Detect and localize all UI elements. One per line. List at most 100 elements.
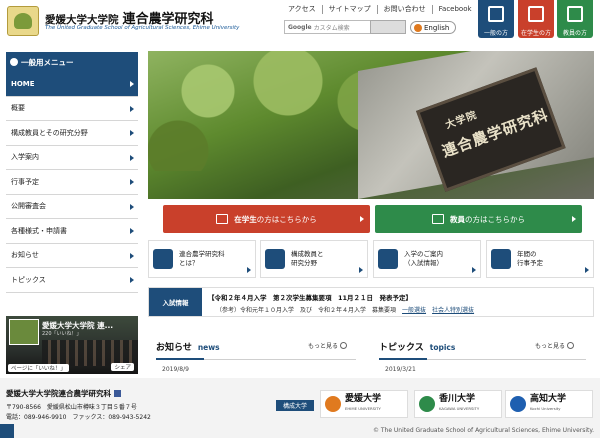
quick-link-admissions[interactable]: 入学のご案内 （入試情報） xyxy=(373,240,481,278)
facebook-like-button[interactable]: ページに「いいね！」 xyxy=(8,363,69,372)
quick-link-label: 年間の 行事予定 xyxy=(517,250,543,267)
university-name: 香川大学 KAGAWA UNIVERSITY xyxy=(439,394,480,411)
sidebar-item-forms[interactable]: 各種様式・申請書 xyxy=(6,219,138,244)
site-header: 愛媛大学大学院 連合農学研究科 The United Graduate Schoo… xyxy=(0,0,600,40)
sidebar-item-faculty-research[interactable]: 構成教員とその研究分野 xyxy=(6,121,138,146)
kagawa-university-link[interactable]: 香川大学 KAGAWA UNIVERSITY xyxy=(414,390,502,418)
quick-link-faculty[interactable]: 構成教員と 研究分野 xyxy=(260,240,368,278)
building-icon xyxy=(488,6,504,22)
news-divider xyxy=(204,359,356,360)
teacher-icon xyxy=(432,214,444,224)
sidebar-item-label: 入学案内 xyxy=(11,153,39,162)
news-rule xyxy=(156,358,204,360)
chevron-right-icon xyxy=(472,267,476,273)
topics-heading: トピックス topics xyxy=(379,343,456,353)
ticker-reference-text: （参考）令和元年１０月入学 及び 令和２年４月入学 募集要項 xyxy=(216,307,403,314)
plaque-line1: 大学院 xyxy=(444,109,479,132)
sitemap-link[interactable]: サイトマップ xyxy=(321,5,377,14)
audience-general-button[interactable]: 一般の方 xyxy=(478,0,514,38)
ticker-label: 入試情報 xyxy=(149,288,202,316)
english-button[interactable]: English xyxy=(410,21,456,34)
sidebar-item-topics[interactable]: トピックス xyxy=(6,268,138,293)
chevron-right-icon xyxy=(130,228,134,234)
news-panel: お知らせ news もっと見る 2019/8/9 xyxy=(148,326,364,378)
google-brand: Google xyxy=(288,23,312,31)
quick-link-calendar[interactable]: 年間の 行事予定 xyxy=(486,240,594,278)
quick-link-label: 構成教員と 研究分野 xyxy=(291,250,324,267)
quick-link-label: 連合農学研究科 とは？ xyxy=(179,250,225,267)
sidebar-item-home[interactable]: HOME xyxy=(6,72,138,97)
topics-more-link[interactable]: もっと見る xyxy=(535,341,575,350)
site-footer: 愛媛大学大学院連合農学研究科 〒790-8566 愛媛県松山市樽味３丁目５番７号… xyxy=(0,378,600,438)
quick-link-about[interactable]: 連合農学研究科 とは？ xyxy=(148,240,256,278)
sidebar-item-label: 各種様式・申請書 xyxy=(11,226,67,235)
audience-faculty-button[interactable]: 教員の方 xyxy=(557,0,593,38)
audience-faculty-label: 教員の方 xyxy=(562,30,587,37)
circle-icon xyxy=(10,58,18,66)
university-name: 高知大学 Kochi University xyxy=(530,394,567,411)
chevron-right-icon xyxy=(130,105,134,112)
facebook-link[interactable]: Facebook xyxy=(431,5,478,14)
back-to-top-button[interactable] xyxy=(0,424,14,438)
faculty-portal-label: 教員の方はこちらから xyxy=(450,214,525,224)
chevron-right-icon xyxy=(130,203,134,210)
sidebar-item-events[interactable]: 行事予定 xyxy=(6,170,138,195)
kochi-logo-icon xyxy=(510,396,526,412)
sidebar-heading: 一般用メニュー xyxy=(6,52,138,72)
book-icon xyxy=(528,6,544,22)
sidebar-item-public-review[interactable]: 公開審査会 xyxy=(6,194,138,219)
facebook-icon[interactable] xyxy=(114,390,121,397)
globe-icon xyxy=(414,23,422,32)
copyright-notice: © The United Graduate School of Agricult… xyxy=(372,427,594,434)
search-button[interactable] xyxy=(370,20,406,34)
audience-student-button[interactable]: 在学生の方 xyxy=(518,0,554,38)
news-date: 2019/8/9 xyxy=(162,366,189,373)
sidebar-item-admissions[interactable]: 入学案内 xyxy=(6,145,138,170)
topics-divider xyxy=(427,359,586,360)
news-heading-en: news xyxy=(197,343,220,352)
sidebar-item-news[interactable]: お知らせ xyxy=(6,243,138,268)
audience-student-label: 在学生の方 xyxy=(520,30,551,37)
news-heading: お知らせ news xyxy=(156,343,220,353)
audience-general-label: 一般の方 xyxy=(483,30,508,37)
chevron-right-icon xyxy=(130,179,134,185)
circle-arrow-icon xyxy=(567,342,575,349)
faculty-portal-button[interactable]: 教員の方はこちらから xyxy=(375,205,582,233)
footer-phone: 電話：089-946-9910 ファックス：089-943-5242 xyxy=(6,414,151,421)
university-seal-logo[interactable] xyxy=(7,6,39,36)
ehime-university-link[interactable]: 愛媛大学 EHIME UNIVERSITY xyxy=(320,390,408,418)
chevron-right-icon xyxy=(247,267,251,273)
sidebar-item-label: お知らせ xyxy=(11,251,39,260)
sidebar-item-overview[interactable]: 概要 xyxy=(6,96,138,121)
admissions-ticker: 入試情報 【令和２年４月入学 第２次学生募集要項 11月２１日 発表予定】 （参… xyxy=(148,287,594,317)
kagawa-logo-icon xyxy=(419,396,435,412)
topics-panel: トピックス topics もっと見る 2019/3/21 xyxy=(371,326,594,378)
chevron-right-icon xyxy=(130,252,134,259)
news-more-link[interactable]: もっと見る xyxy=(308,341,348,350)
chevron-right-icon xyxy=(585,267,589,273)
hero-image: 大学院 連合農学研究科 xyxy=(148,51,594,199)
kochi-university-link[interactable]: 高知大学 Kochi University xyxy=(505,390,593,418)
sidebar-item-label: 構成教員とその研究分野 xyxy=(11,128,88,137)
circle-arrow-icon xyxy=(340,342,348,349)
working-adult-selection-link[interactable]: 社会人特別選抜 xyxy=(432,307,474,314)
ehime-logo-icon xyxy=(325,396,341,412)
facebook-share-button[interactable]: シェア xyxy=(111,363,134,371)
access-link[interactable]: アクセス xyxy=(282,5,322,14)
facebook-page-widget[interactable]: 愛媛大学大学院 連... 220「いいね！」 ページに「いいね！」 シェア xyxy=(6,316,138,374)
sidebar-menu: 一般用メニュー HOME 概要 構成教員とその研究分野 入学案内 行事予定 公開… xyxy=(6,52,138,293)
general-selection-link[interactable]: 一般選抜 xyxy=(402,307,426,314)
book-icon xyxy=(216,214,229,224)
quick-link-label: 入学のご案内 （入試情報） xyxy=(404,250,443,267)
sidebar-item-label: 概要 xyxy=(11,104,25,113)
ticker-headline[interactable]: 【令和２年４月入学 第２次学生募集要項 11月２１日 発表予定】 xyxy=(208,292,412,302)
contact-link[interactable]: お問い合わせ xyxy=(376,5,432,14)
facebook-like-count: 220「いいね！」 xyxy=(42,331,82,337)
topics-heading-en: topics xyxy=(429,343,456,352)
topics-date: 2019/3/21 xyxy=(385,366,416,373)
site-subtitle: The United Graduate School of Agricultur… xyxy=(45,25,240,31)
footer-institution-name: 愛媛大学大学院連合農学研究科 xyxy=(6,388,121,399)
building-icon xyxy=(153,249,173,269)
chevron-right-icon xyxy=(359,267,363,273)
student-portal-button[interactable]: 在学生の方はこちらから xyxy=(163,205,370,233)
